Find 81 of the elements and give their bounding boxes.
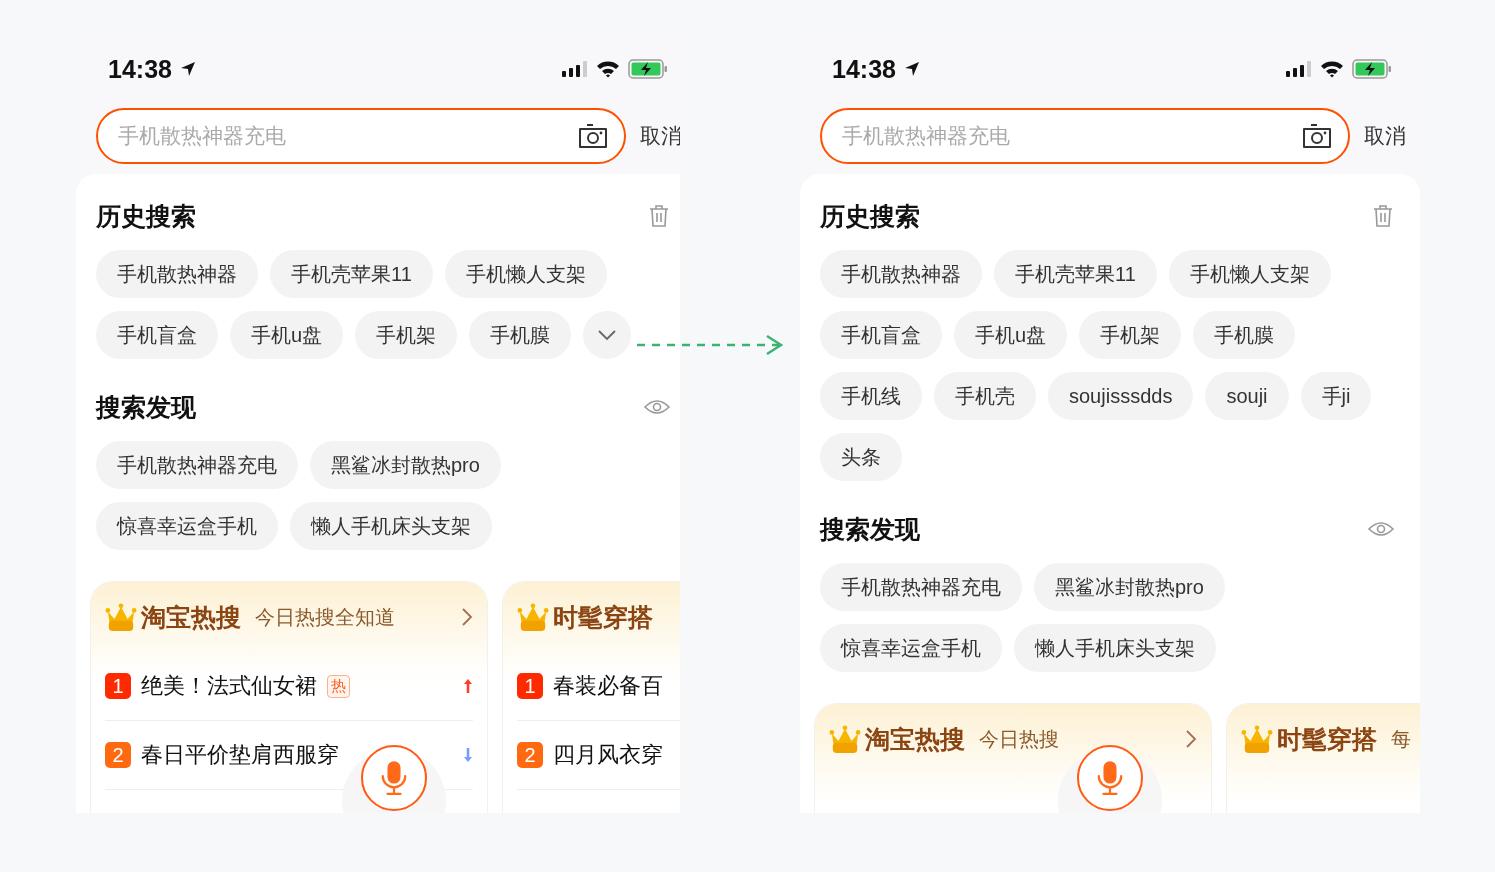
history-chip[interactable]: 手机盲盒 (96, 311, 218, 359)
location-arrow-icon (903, 61, 920, 77)
battery-icon (628, 59, 668, 79)
camera-icon[interactable] (1302, 123, 1332, 149)
wifi-icon (596, 60, 620, 78)
crown-icon (105, 602, 137, 632)
chevron-down-icon (597, 329, 618, 341)
card-title: 淘宝热搜 (865, 723, 965, 755)
discover-chip[interactable]: 惊喜幸运盒手机 (96, 502, 278, 550)
history-chip[interactable]: 手机壳 (934, 372, 1036, 420)
card-subtitle: 今日热搜 (979, 726, 1059, 752)
rank-badge: 1 (517, 673, 543, 699)
card-title: 淘宝热搜 (141, 601, 241, 633)
cancel-button[interactable]: 取消 (1364, 122, 1406, 150)
expand-button[interactable] (583, 311, 632, 359)
trash-icon[interactable] (1372, 204, 1394, 228)
search-field[interactable]: 手机散热神器充电 (820, 108, 1350, 164)
history-chip[interactable]: 手ji (1300, 372, 1372, 420)
hot-item-text: 春日平价垫肩西服穿 (141, 741, 339, 769)
history-chip[interactable]: 手机u盘 (954, 311, 1068, 359)
discover-chip[interactable]: 懒人手机床头支架 (1014, 624, 1216, 672)
section-title: 历史搜索 (820, 200, 920, 232)
hot-item-text: 绝美！法式仙女裙 (141, 672, 317, 700)
discover-chip[interactable]: 黑鲨冰封散热pro (310, 441, 501, 489)
search-field[interactable]: 手机散热神器充电 (96, 108, 626, 164)
card-subtitle: 今日热搜全知道 (255, 604, 395, 630)
history-chip[interactable]: 手机架 (355, 311, 458, 359)
discover-chip[interactable]: 惊喜幸运盒手机 (820, 624, 1002, 672)
location-arrow-icon (179, 61, 196, 77)
discover-chip[interactable]: 懒人手机床头支架 (290, 502, 492, 550)
status-time: 14:38 (832, 54, 896, 84)
history-chip[interactable]: 手机散热神器 (820, 250, 982, 298)
hot-list-row[interactable]: 1 绝美！法式仙女裙 热 (105, 652, 473, 721)
history-chip[interactable]: 手机懒人支架 (1168, 250, 1331, 298)
chevron-right-icon[interactable] (1185, 729, 1197, 749)
microphone-icon (1096, 759, 1124, 797)
wifi-icon (1320, 60, 1344, 78)
camera-icon[interactable] (578, 123, 608, 149)
history-chip[interactable]: 手机散热神器 (96, 250, 258, 298)
section-title: 历史搜索 (96, 200, 196, 232)
card-subtitle: 每 (1391, 726, 1411, 752)
history-chip[interactable]: 手机盲盒 (820, 311, 942, 359)
signal-icon (562, 61, 588, 77)
discover-chip[interactable]: 手机散热神器充电 (96, 441, 298, 489)
hot-item-text: 春装必备百 (553, 672, 663, 700)
status-time: 14:38 (108, 54, 172, 84)
history-chip[interactable]: souji (1205, 372, 1289, 420)
trash-icon[interactable] (648, 204, 670, 228)
card-title: 时髦穿搭 (1277, 723, 1377, 755)
card-title: 时髦穿搭 (553, 601, 653, 633)
discover-chip[interactable]: 黑鲨冰封散热pro (1034, 563, 1225, 611)
history-chip[interactable]: 手机膜 (1193, 311, 1296, 359)
section-title: 搜索发现 (820, 513, 920, 545)
hot-item-text: 四月风衣穿 (553, 741, 663, 769)
section-title: 搜索发现 (96, 391, 196, 423)
cancel-button[interactable]: 取消 (640, 122, 680, 150)
rank-badge: 2 (105, 742, 131, 768)
battery-icon (1352, 59, 1392, 79)
search-input[interactable]: 手机散热神器充电 (840, 123, 1302, 149)
rank-badge: 2 (517, 742, 543, 768)
rank-badge: 1 (105, 673, 131, 699)
history-chip[interactable]: soujisssdds (1048, 372, 1194, 420)
signal-icon (1286, 61, 1312, 77)
history-chip[interactable]: 手机线 (820, 372, 922, 420)
chevron-right-icon[interactable] (461, 607, 473, 627)
history-chip[interactable]: 手机壳苹果11 (994, 250, 1157, 298)
crown-icon (1241, 724, 1273, 754)
crown-icon (517, 602, 549, 632)
history-chip[interactable]: 手机膜 (469, 311, 572, 359)
crown-icon (829, 724, 861, 754)
history-chip[interactable]: 手机架 (1079, 311, 1182, 359)
history-chip[interactable]: 头条 (820, 433, 902, 481)
eye-icon[interactable] (1368, 520, 1394, 538)
discover-chip[interactable]: 手机散热神器充电 (820, 563, 1022, 611)
history-chip[interactable]: 手机壳苹果11 (270, 250, 433, 298)
history-chip[interactable]: 手机u盘 (230, 311, 344, 359)
history-chip[interactable]: 手机懒人支架 (444, 250, 607, 298)
hot-tag: 热 (327, 674, 350, 698)
eye-icon[interactable] (644, 398, 670, 416)
microphone-icon (380, 759, 408, 797)
search-input[interactable]: 手机散热神器充电 (116, 123, 578, 149)
